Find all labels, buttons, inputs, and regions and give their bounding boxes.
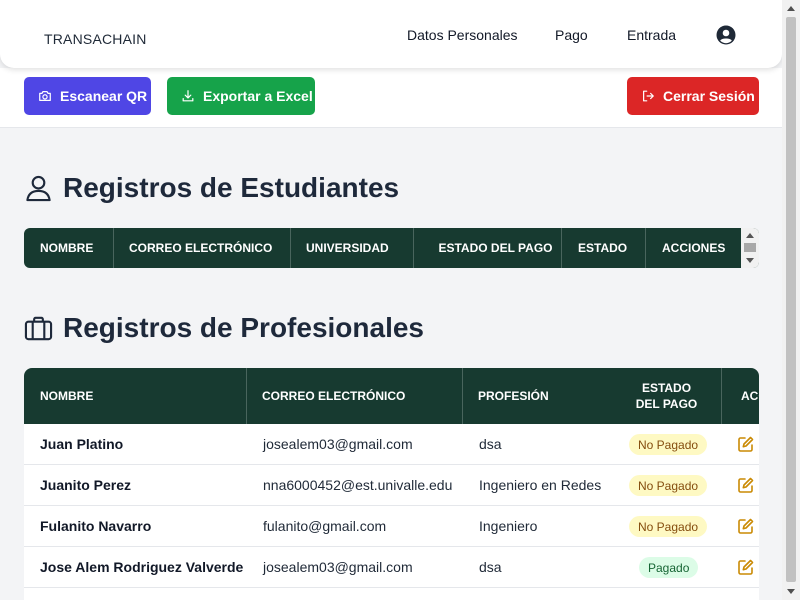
row-profession: dsa	[479, 559, 502, 575]
row-name: Fulanito Navarro	[40, 518, 152, 534]
download-icon	[182, 90, 194, 102]
students-table-header: NOMBRE CORREO ELECTRÓNICO UNIVERSIDAD ES…	[24, 228, 759, 268]
top-navbar: TRANSACHAIN Datos Personales Pago Entrad…	[0, 0, 782, 68]
edit-icon[interactable]	[737, 558, 755, 576]
user-circle-icon[interactable]	[716, 25, 736, 45]
students-col-nombre[interactable]: NOMBRE	[24, 228, 114, 268]
professionals-title-text: Registros de Profesionales	[63, 312, 425, 343]
row-email: josealem03@gmail.com	[263, 436, 413, 452]
students-section-title: Registros de Estudiantes	[24, 172, 399, 204]
row-profession: dsa	[479, 436, 502, 452]
row-email: nna6000452@est.univalle.edu	[263, 477, 453, 493]
table-row: Jose Alem Rodriguez Valverde josealem03@…	[24, 547, 759, 588]
students-table-scrollbar[interactable]	[741, 228, 759, 268]
students-col-universidad[interactable]: UNIVERSIDAD	[290, 228, 414, 268]
row-name: Jose Alem Rodriguez Valverde	[40, 559, 244, 575]
edit-icon[interactable]	[737, 517, 755, 535]
export-excel-button[interactable]: Exportar a Excel	[167, 77, 315, 115]
row-profession: Ingeniero en Redes	[479, 477, 602, 493]
row-email: josealem03@gmail.com	[263, 559, 413, 575]
scroll-thumb[interactable]	[786, 17, 796, 582]
professionals-table-header: NOMBRE CORREO ELECTRÓNICO PROFESIÓN ESTA…	[24, 368, 759, 424]
students-col-correo[interactable]: CORREO ELECTRÓNICO	[113, 228, 291, 268]
students-col-estado-pago[interactable]: ESTADO DEL PAGO	[414, 228, 562, 268]
page-scrollbar[interactable]	[782, 0, 800, 600]
table-row: Juan Platino josealem03@gmail.com dsa No…	[24, 424, 759, 465]
nav-link-pago[interactable]: Pago	[555, 27, 588, 43]
pro-col-acciones[interactable]: ACCIONES	[721, 368, 759, 424]
logout-label: Cerrar Sesión	[663, 88, 755, 104]
status-badge: No Pagado	[629, 516, 708, 537]
pro-col-profesion[interactable]: PROFESIÓN	[462, 368, 612, 424]
status-badge: No Pagado	[629, 434, 708, 455]
action-toolbar: Escanear QR Exportar a Excel Cerrar Sesi…	[0, 68, 782, 128]
scroll-down-arrow-icon[interactable]	[746, 258, 754, 263]
scan-qr-label: Escanear QR	[60, 88, 148, 104]
professionals-section-title: Registros de Profesionales	[24, 312, 424, 344]
scroll-up-arrow-icon[interactable]	[746, 233, 754, 238]
row-profession: Ingeniero	[479, 518, 538, 534]
scroll-thumb[interactable]	[744, 243, 756, 252]
user-icon	[26, 175, 51, 201]
row-name: Juanito Perez	[40, 477, 132, 493]
status-badge: No Pagado	[629, 475, 708, 496]
students-col-acciones[interactable]: ACCIONES	[646, 228, 746, 268]
row-email: fulanito@gmail.com	[263, 518, 387, 534]
briefcase-icon	[24, 316, 53, 340]
nav-link-datos-personales[interactable]: Datos Personales	[407, 27, 518, 43]
scan-qr-button[interactable]: Escanear QR	[24, 77, 151, 115]
pro-col-estado-pago[interactable]: ESTADO DEL PAGO	[612, 368, 722, 424]
export-excel-label: Exportar a Excel	[203, 88, 313, 104]
pro-col-correo[interactable]: CORREO ELECTRÓNICO	[246, 368, 463, 424]
table-row: Juanito Perez nna6000452@est.univalle.ed…	[24, 465, 759, 506]
students-col-estado[interactable]: ESTADO	[562, 228, 646, 268]
status-badge: Pagado	[639, 557, 699, 578]
scroll-down-arrow-icon[interactable]	[787, 589, 795, 594]
students-title-text: Registros de Estudiantes	[63, 172, 400, 203]
camera-icon	[39, 91, 51, 101]
table-row: Fulanito Navarro fulanito@gmail.com Inge…	[24, 506, 759, 547]
logout-icon	[643, 90, 654, 102]
brand-logo[interactable]: TRANSACHAIN	[44, 31, 147, 47]
edit-icon[interactable]	[737, 435, 755, 453]
row-name: Juan Platino	[40, 436, 124, 452]
logout-button[interactable]: Cerrar Sesión	[627, 77, 759, 115]
professionals-table: NOMBRE CORREO ELECTRÓNICO PROFESIÓN ESTA…	[24, 368, 759, 600]
nav-link-entrada[interactable]: Entrada	[627, 27, 676, 43]
pro-col-nombre[interactable]: NOMBRE	[24, 368, 247, 424]
scroll-up-arrow-icon[interactable]	[787, 6, 795, 11]
edit-icon[interactable]	[737, 476, 755, 494]
